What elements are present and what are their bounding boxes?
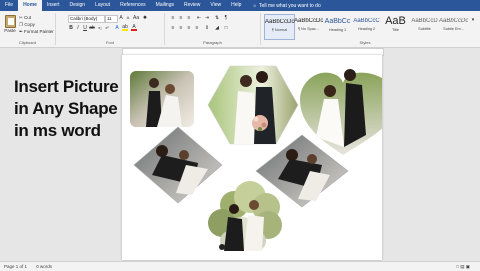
ribbon: Paste ✂ Cut ❐ Copy ✒ Format Painter Clip… xyxy=(0,11,480,48)
font-group-label: Font xyxy=(105,40,114,45)
style-preview: AaBbCcDc xyxy=(265,19,294,25)
copy-button[interactable]: ❐ Copy xyxy=(19,22,35,28)
tab-home[interactable]: Home xyxy=(18,0,42,11)
increase-indent-icon[interactable]: ⇥ xyxy=(204,15,210,21)
tab-file[interactable]: File xyxy=(0,0,18,11)
format-painter-label: Format Painter xyxy=(24,29,54,34)
style-name: ¶ No Spac... xyxy=(298,27,319,31)
style-preview: AaB xyxy=(385,15,406,27)
style-name: Heading 1 xyxy=(328,28,347,32)
style-preview: AaBbCcDc xyxy=(439,18,468,24)
style-subtitle[interactable]: AaBbCcD Subtitle xyxy=(410,14,439,38)
strikethrough-icon[interactable]: ab xyxy=(89,25,95,31)
line-spacing-icon[interactable]: ⇕ xyxy=(204,25,210,31)
style-subtle-emphasis[interactable]: AaBbCcDc Subtle Em... xyxy=(439,14,468,38)
style-preview: AaBbCc xyxy=(324,18,351,25)
lightbulb-icon: ☼ xyxy=(252,2,258,9)
tab-mailings[interactable]: Mailings xyxy=(151,0,179,11)
tab-insert[interactable]: Insert xyxy=(42,0,65,11)
copy-label: Copy xyxy=(24,22,35,27)
align-center-icon[interactable]: ≡ xyxy=(178,25,184,31)
paragraph-group: ≡ ≡ ≡ ⇤ ⇥ ⇅ ¶ ≡ ≡ ≡ ≡ ⇕ ◢ □ Paragraph xyxy=(165,13,261,45)
styles-scroll-icon[interactable]: ▾ xyxy=(470,17,476,23)
multilevel-list-icon[interactable]: ≡ xyxy=(186,15,192,21)
photo-circle-left[interactable] xyxy=(133,126,223,204)
style-name: Title xyxy=(391,28,400,32)
cut-button[interactable]: ✂ Cut xyxy=(19,15,31,21)
style-name: Subtle Em... xyxy=(443,27,464,31)
bold-icon[interactable]: B xyxy=(68,25,74,31)
justify-icon[interactable]: ≡ xyxy=(194,25,200,31)
tell-me-text: Tell me what you want to do xyxy=(259,2,321,9)
italic-icon[interactable]: I xyxy=(75,25,81,31)
style-normal[interactable]: AaBbCcDc ¶ Normal xyxy=(264,14,295,40)
style-no-spacing[interactable]: AaBbCcDc ¶ No Spac... xyxy=(294,14,323,38)
clear-formatting-icon[interactable]: ✹ xyxy=(142,15,148,21)
tab-layout[interactable]: Layout xyxy=(90,0,115,11)
style-preview: AaBbCcD xyxy=(411,18,438,24)
clipboard-icon xyxy=(4,15,16,28)
shape-pictures xyxy=(130,65,398,251)
copy-icon: ❐ xyxy=(19,22,24,27)
document-page[interactable] xyxy=(122,55,398,260)
highlight-icon[interactable]: ab xyxy=(122,25,128,31)
photo-cloud-bottom[interactable] xyxy=(208,181,282,251)
decrease-indent-icon[interactable]: ⇤ xyxy=(196,15,202,21)
cut-label: Cut xyxy=(24,15,32,20)
photo-hexagon[interactable] xyxy=(207,65,299,145)
superscript-icon[interactable]: x² xyxy=(104,25,110,31)
overlay-title-line: in Any Shape xyxy=(14,99,118,118)
format-painter-button[interactable]: ✒ Format Painter xyxy=(19,29,54,35)
font-name-box[interactable]: Calibri (Body) xyxy=(68,15,105,23)
style-heading-1[interactable]: AaBbCc Heading 1 xyxy=(323,14,352,38)
style-heading-2[interactable]: AaBbCcC Heading 2 xyxy=(352,14,381,38)
borders-icon[interactable]: □ xyxy=(223,25,229,31)
tell-me-box[interactable]: ☼ Tell me what you want to do xyxy=(252,3,320,9)
align-left-icon[interactable]: ≡ xyxy=(170,25,176,31)
subscript-icon[interactable]: x₂ xyxy=(97,25,103,31)
style-name: Heading 2 xyxy=(357,27,376,31)
styles-group-label: Styles xyxy=(359,40,371,45)
word-count[interactable]: 0 words xyxy=(36,264,52,269)
underline-icon[interactable]: U xyxy=(82,25,88,31)
numbering-icon[interactable]: ≡ xyxy=(178,15,184,21)
sort-icon[interactable]: ⇅ xyxy=(214,15,220,21)
page-count[interactable]: Page 1 of 1 xyxy=(4,264,27,269)
tab-references[interactable]: References xyxy=(115,0,151,11)
paragraph-group-label: Paragraph xyxy=(203,40,222,45)
overlay-title-line: in ms word xyxy=(14,121,101,140)
bullets-icon[interactable]: ≡ xyxy=(170,15,176,21)
style-name: ¶ Normal xyxy=(271,28,288,32)
clipboard-group-label: Clipboard xyxy=(18,40,37,45)
text-effects-icon[interactable]: A xyxy=(114,25,120,31)
shrink-font-icon[interactable]: A xyxy=(125,15,131,21)
grow-font-icon[interactable]: A xyxy=(118,15,124,21)
overlay-title: Insert Picture in Any Shape in ms word xyxy=(14,76,119,142)
brush-icon: ✒ xyxy=(19,29,23,34)
font-group: Calibri (Body) 11 A A Aa ✹ B I U ab x₂ x… xyxy=(56,13,165,45)
shading-icon[interactable]: ◢ xyxy=(214,25,220,31)
style-preview: AaBbCcC xyxy=(353,18,380,24)
font-color-icon[interactable]: A xyxy=(131,25,137,31)
tab-review[interactable]: Review xyxy=(179,0,205,11)
show-marks-icon[interactable]: ¶ xyxy=(223,15,229,21)
styles-group: AaBbCcDc ¶ Normal AaBbCcDc ¶ No Spac... … xyxy=(262,13,468,45)
overlay-title-line: Insert Picture xyxy=(14,77,119,96)
paste-label: Paste xyxy=(4,28,16,33)
tab-view[interactable]: View xyxy=(205,0,226,11)
scissors-icon: ✂ xyxy=(19,15,23,20)
paste-button[interactable]: Paste xyxy=(3,14,17,36)
photo-heart[interactable] xyxy=(300,69,398,155)
clipboard-group: Paste ✂ Cut ❐ Copy ✒ Format Painter Clip… xyxy=(0,13,56,45)
tab-design[interactable]: Design xyxy=(64,0,90,11)
style-preview: AaBbCcDc xyxy=(294,18,323,24)
style-name: Subtitle xyxy=(418,27,431,31)
align-right-icon[interactable]: ≡ xyxy=(186,25,192,31)
change-case-icon[interactable]: Aa xyxy=(133,15,139,21)
ribbon-tab-bar: File Home Insert Design Layout Reference… xyxy=(0,0,480,11)
style-title[interactable]: AaB Title xyxy=(381,14,410,38)
tab-help[interactable]: Help xyxy=(226,0,246,11)
photo-rounded-rectangle[interactable] xyxy=(130,71,194,127)
font-size-box[interactable]: 11 xyxy=(105,15,118,23)
